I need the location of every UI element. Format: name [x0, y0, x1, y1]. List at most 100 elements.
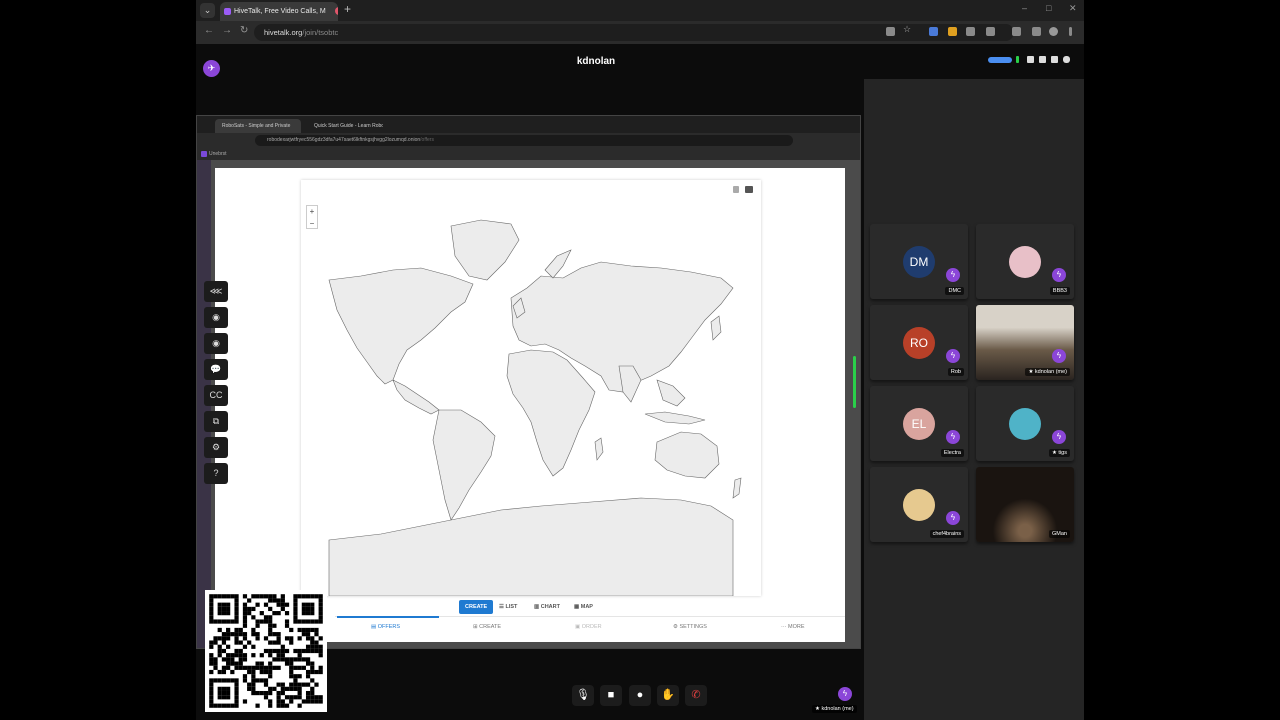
nav-settings: ⚙ SETTINGS [673, 624, 707, 630]
volume-slider[interactable] [988, 57, 1012, 63]
fullscreen-icon[interactable] [1027, 56, 1034, 63]
circle-icon[interactable]: ◉ [204, 333, 228, 354]
avatar [1009, 246, 1041, 278]
view-create-button: CREATE [459, 600, 494, 614]
room-title: kdnolan [576, 56, 616, 67]
lightning-bolt-icon: ϟ [1052, 268, 1066, 282]
avatar [1009, 408, 1041, 440]
participant-tile[interactable]: GMan [976, 467, 1074, 542]
more-menu-icon[interactable] [1069, 27, 1072, 36]
shared-screen: RoboSats - Simple and Private Quick Star… [196, 115, 861, 649]
scandinavia [544, 249, 572, 279]
offers-icon: ▤ [371, 624, 378, 630]
avatar: DM [903, 246, 935, 278]
back-icon[interactable]: ← [204, 25, 214, 36]
extension-icon[interactable] [966, 27, 975, 36]
screen: ⌄ HiveTalk, Free Video Calls, M × + – □ … [0, 0, 1280, 720]
captions-icon[interactable]: CC [204, 385, 228, 406]
offers-map: + − [301, 180, 761, 596]
minimize-button[interactable]: – [1022, 3, 1027, 13]
address-bar: ← → ↻ hivetalk.org/join/tsobtc ☆ [196, 21, 1084, 44]
nav-more: ··· MORE [781, 624, 805, 630]
extension-icon[interactable] [948, 27, 957, 36]
participant-tile[interactable]: EL ϟ Electra [870, 386, 968, 461]
url-field[interactable]: hivetalk.org/join/tsobtc [254, 24, 1014, 41]
recording-indicator-icon [335, 7, 338, 15]
view-list-button: ☰ LIST [499, 600, 517, 614]
japan [710, 315, 722, 341]
chat-icon[interactable]: 💬 [204, 359, 228, 380]
share-icon[interactable]: ⋘ [204, 281, 228, 302]
map-icon: ▦ [574, 604, 581, 610]
extensions-puzzle-icon[interactable] [986, 27, 995, 36]
chart-icon: ▥ [534, 604, 541, 610]
new-zealand [732, 477, 742, 499]
bookmark-star-icon[interactable]: ☆ [903, 24, 912, 34]
reload-icon[interactable]: ↻ [240, 25, 248, 36]
participant-tile[interactable]: ϟ BBB3 [976, 224, 1074, 299]
participant-tile[interactable]: ϟ ★ tigs [976, 386, 1074, 461]
copy-link-icon[interactable] [1039, 56, 1046, 63]
hivetalk-logo-icon[interactable]: ✈ [203, 60, 220, 77]
settings-icon[interactable]: ⚙ [204, 437, 228, 458]
tab-search-button[interactable]: ⌄ [200, 3, 215, 18]
avatar: RO [903, 327, 935, 359]
bookmark-label: Unebrst [209, 151, 227, 157]
leave-call-button[interactable]: ✆ [685, 685, 707, 706]
record-button[interactable]: ● [629, 685, 651, 706]
mic-button[interactable]: 🎙 [572, 685, 594, 706]
close-window-button[interactable]: ✕ [1069, 3, 1077, 14]
scroll-indicator [853, 356, 856, 408]
settings-label: SETTINGS [679, 624, 707, 630]
screen-share-icon[interactable]: ⧉ [204, 411, 228, 432]
profile-menu-icon[interactable] [1032, 27, 1041, 36]
south-america [432, 409, 496, 521]
view-map-button: ▦ MAP [574, 600, 593, 614]
map-label: MAP [580, 604, 593, 610]
order-label: ORDER [581, 624, 602, 630]
africa [506, 349, 596, 477]
avatar: EL [903, 408, 935, 440]
participant-tile[interactable]: DM ϟ DMC [870, 224, 968, 299]
forward-icon[interactable]: → [222, 25, 232, 36]
shared-page: + − CREATE ☰ LIST ▥ CHART ▦ MAP ▤ OFFERS… [197, 160, 860, 648]
tab-hivetalk[interactable]: HiveTalk, Free Video Calls, M × [220, 2, 338, 21]
shared-tab-strip: RoboSats - Simple and Private Quick Star… [197, 116, 860, 133]
greenland [450, 219, 520, 281]
new-tab-button[interactable]: + [344, 2, 351, 16]
participant-tile[interactable]: ϟ chef4brains [870, 467, 968, 542]
room-qr-code[interactable] [205, 590, 327, 712]
participant-tile[interactable]: ϟ ★ kdnolan (me) [976, 305, 1074, 380]
shared-bookmarks-bar: Unebrst [197, 148, 860, 160]
shared-url: robodexarjwtfryec556gdz3dfa7u47saet6lkft… [255, 135, 793, 146]
madagascar [594, 437, 604, 461]
lightning-bolt-icon: ϟ [946, 268, 960, 282]
camera-button[interactable]: ■ [600, 685, 622, 706]
help-icon[interactable]: ? [204, 463, 228, 484]
shared-tab-robosats: RoboSats - Simple and Private [215, 119, 301, 133]
lightning-bolt-icon: ϟ [1052, 430, 1066, 444]
list-label: LIST [505, 604, 518, 610]
more-icon: ··· [781, 624, 789, 630]
robosats-bottom-nav: ▤ OFFERS ⊞ CREATE ▣ ORDER ⚙ SETTINGS ···… [335, 616, 845, 642]
participant-name: Electra [940, 449, 964, 457]
camera-permission-icon[interactable] [886, 27, 895, 36]
tab-title: HiveTalk, Free Video Calls, M [234, 8, 326, 15]
extension-icon[interactable] [929, 27, 938, 36]
browser-window: ⌄ HiveTalk, Free Video Calls, M × + – □ … [196, 0, 1084, 720]
profile-avatar[interactable] [1049, 27, 1058, 36]
circle-icon[interactable]: ◉ [204, 307, 228, 328]
download-icon[interactable] [1012, 27, 1021, 36]
mic-toggle-icon[interactable] [1063, 56, 1070, 63]
camera-toggle-icon[interactable] [1051, 56, 1058, 63]
raise-hand-button[interactable]: ✋ [657, 685, 679, 706]
create-label: CREATE [479, 624, 502, 630]
participant-tile[interactable]: RO ϟ Rob [870, 305, 968, 380]
central-america [392, 379, 440, 415]
lightning-bolt-icon: ϟ [946, 349, 960, 363]
view-chart-button: ▥ CHART [534, 600, 560, 614]
chart-label: CHART [540, 604, 560, 610]
order-icon: ▣ [575, 624, 582, 630]
participant-name: ★ kdnolan (me) [1025, 368, 1070, 376]
maximize-button[interactable]: □ [1046, 3, 1051, 13]
